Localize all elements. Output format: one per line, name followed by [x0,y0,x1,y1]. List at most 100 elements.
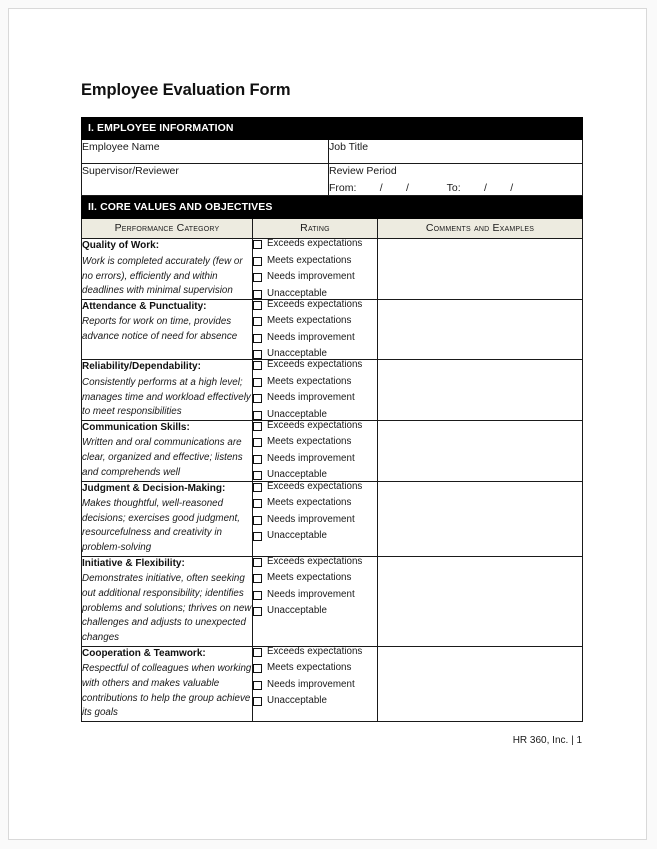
review-period-field[interactable]: Review Period From: / / To: / / [327,162,584,197]
rating-option-label: Unacceptable [267,695,327,707]
rating-option-label: Unacceptable [267,408,327,420]
rating-option[interactable]: Unacceptable [253,605,377,617]
category-cell: Communication Skills: Written and oral co… [81,419,253,482]
checkbox-icon[interactable] [253,421,262,431]
rating-option-label: Needs improvement [267,588,355,600]
comments-cell[interactable] [376,645,584,722]
checkbox-icon[interactable] [253,394,262,404]
category-cell: Quality of Work: Work is completed accura… [81,238,253,300]
rating-option[interactable]: Exceeds expectations [253,480,377,492]
rating-option-label: Exceeds expectations [267,645,363,657]
rating-option-label: Meets expectations [267,497,352,509]
checkbox-icon[interactable] [253,454,262,464]
category-cell: Attendance & Punctuality: Reports for wor… [81,298,253,361]
checkbox-icon[interactable] [253,377,262,387]
rating-option[interactable]: Unacceptable [253,469,377,481]
rating-option[interactable]: Needs improvement [253,514,377,525]
rating-option[interactable]: Exceeds expectations [253,238,377,250]
table-row: Quality of Work: Work is completed accura… [81,238,584,300]
rating-option[interactable]: Exceeds expectations [253,421,377,431]
category-title: Attendance & Punctuality: [82,300,207,312]
rating-option-label: Needs improvement [267,678,355,690]
job-title-field[interactable]: Job Title [327,139,584,164]
checkbox-icon[interactable] [253,300,262,310]
checkbox-icon[interactable] [253,515,262,525]
employee-name-field[interactable]: Employee Name [81,139,329,164]
comments-cell[interactable] [376,480,584,557]
checkbox-icon[interactable] [253,680,262,690]
rating-option[interactable]: Needs improvement [253,272,377,283]
comments-cell[interactable] [376,298,584,361]
checkbox-icon[interactable] [253,256,262,266]
rating-option[interactable]: Unacceptable [253,695,377,707]
rating-option[interactable]: Exceeds expectations [253,645,377,657]
rating-option-label: Exceeds expectations [267,480,363,492]
checkbox-icon[interactable] [253,697,262,707]
rating-option-label: Meets expectations [267,572,352,584]
checkbox-icon[interactable] [253,482,262,492]
rating-option[interactable]: Exceeds expectations [253,359,377,371]
checkbox-icon[interactable] [253,471,262,481]
rating-option[interactable]: Meets expectations [253,437,377,448]
checkbox-icon[interactable] [253,438,262,448]
rating-option[interactable]: Meets expectations [253,662,377,674]
rating-option[interactable]: Needs improvement [253,393,377,404]
checkbox-icon[interactable] [253,532,262,542]
rating-option[interactable]: Meets expectations [253,377,377,387]
rating-option-label: Meets expectations [267,315,352,327]
rating-cell: Exceeds expectations Meets expectations Ne… [252,645,378,722]
checkbox-icon[interactable] [253,574,262,584]
checkbox-icon[interactable] [253,361,262,371]
rating-option[interactable]: Unacceptable [253,289,377,299]
rating-option[interactable]: Unacceptable [253,410,377,420]
rating-option[interactable]: Meets expectations [253,497,377,509]
category-description: Reports for work on time, provides advan… [82,316,238,343]
rating-option-label: Unacceptable [267,530,327,542]
checkbox-icon[interactable] [253,607,262,617]
rating-cell: Exceeds expectations Meets expectations Ne… [252,359,378,421]
column-header-rating: Rating [252,218,378,240]
checkbox-icon[interactable] [253,410,262,420]
rating-option[interactable]: Unacceptable [253,349,377,360]
checkbox-icon[interactable] [253,590,262,600]
rating-option-label: Meets expectations [267,375,352,387]
checkbox-icon[interactable] [253,557,262,567]
rating-option[interactable]: Exceeds expectations [253,556,377,567]
rating-option[interactable]: Needs improvement [253,333,377,343]
rating-cell: Exceeds expectations Meets expectations Ne… [252,298,378,361]
category-description: Respectful of colleagues when working wi… [82,663,252,719]
checkbox-icon[interactable] [253,273,262,283]
rating-option[interactable]: Meets expectations [253,315,377,327]
checkbox-icon[interactable] [253,350,262,360]
supervisor-field[interactable]: Supervisor/Reviewer [81,162,329,197]
comments-cell[interactable] [376,419,584,482]
rating-option[interactable]: Needs improvement [253,678,377,690]
checkbox-icon[interactable] [253,664,262,674]
rating-option-label: Needs improvement [267,331,355,343]
rating-option[interactable]: Needs improvement [253,588,377,600]
checkbox-icon[interactable] [253,647,262,657]
checkbox-icon[interactable] [253,240,262,250]
checkbox-icon[interactable] [253,333,262,343]
rating-option-label: Unacceptable [267,605,327,617]
comments-cell[interactable] [376,359,584,421]
rating-option-label: Unacceptable [267,469,327,481]
review-period-label: Review Period [329,165,397,177]
checkbox-icon[interactable] [253,289,262,299]
comments-cell[interactable] [376,238,584,300]
checkbox-icon[interactable] [253,317,262,327]
rating-option[interactable]: Unacceptable [253,530,377,542]
rating-option[interactable]: Meets expectations [253,572,377,584]
rating-option-label: Exceeds expectations [267,359,363,371]
rating-option[interactable]: Meets expectations [253,256,377,266]
category-description: Demonstrates initiative, often seeking o… [82,573,252,644]
rating-option-label: Meets expectations [267,662,352,674]
rating-option-label: Exceeds expectations [267,238,363,250]
rating-option[interactable]: Exceeds expectations [253,300,377,310]
rating-option[interactable]: Needs improvement [253,454,377,464]
category-title: Communication Skills: [82,421,190,433]
checkbox-icon[interactable] [253,499,262,509]
review-period-dates[interactable]: From: / / To: / / [329,181,582,195]
comments-cell[interactable] [376,555,584,647]
table-row: Reliability/Dependability: Consistently p… [81,359,584,421]
